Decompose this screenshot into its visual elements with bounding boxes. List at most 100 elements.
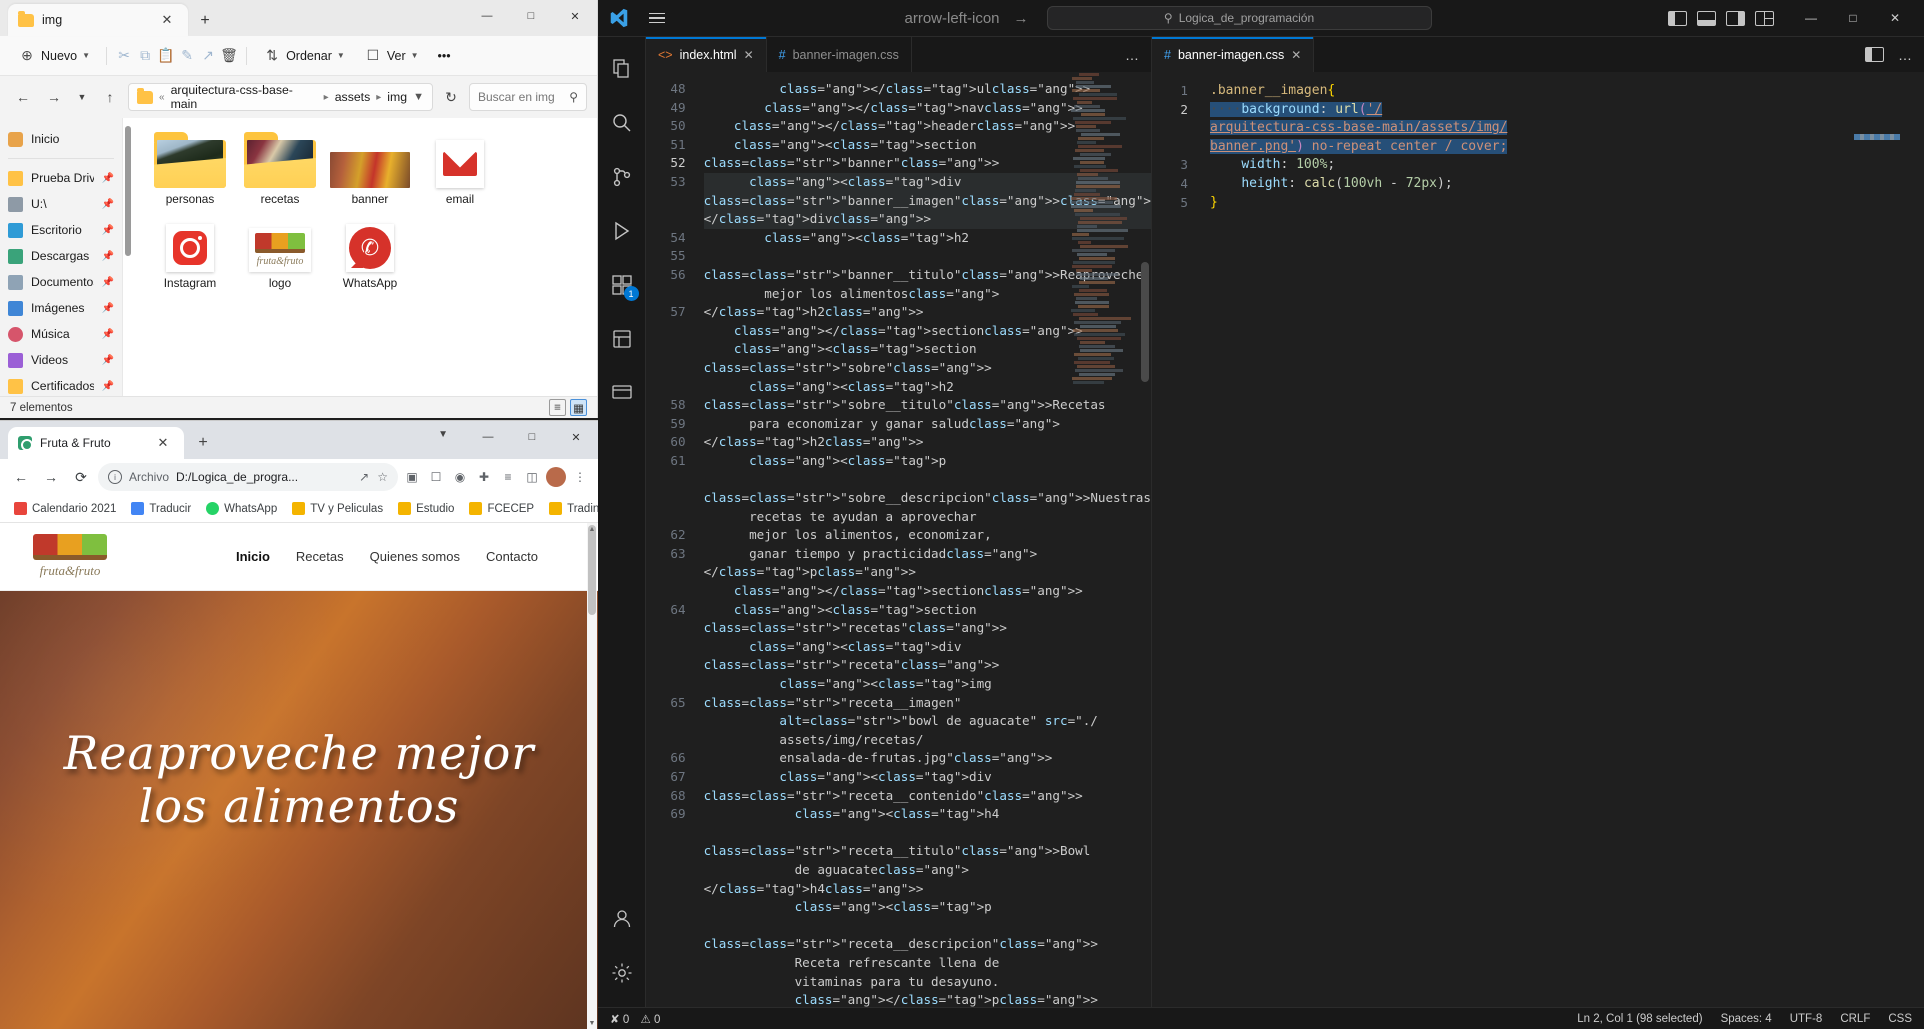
new-button[interactable]: ⊕ Nuevo ▼	[10, 42, 98, 70]
close-icon[interactable]: ✕	[1291, 48, 1301, 62]
minimize-button[interactable]: —	[466, 421, 510, 453]
encoding-setting[interactable]: UTF-8	[1790, 1013, 1823, 1025]
list-item[interactable]: recetas	[235, 132, 325, 206]
nav-item-inicio[interactable]: Inicio	[236, 549, 270, 564]
bookmark-tv-peliculas[interactable]: TV y Peliculas	[286, 499, 389, 518]
cut-icon[interactable]: ✂	[115, 47, 133, 65]
more-actions-icon[interactable]: …	[1898, 47, 1912, 63]
profile-avatar[interactable]	[546, 467, 566, 487]
maximize-button[interactable]: □	[1832, 0, 1874, 36]
forward-button[interactable]: →	[38, 464, 64, 490]
reload-button[interactable]: ⟳	[68, 464, 94, 490]
tab-index-html[interactable]: <> index.html ✕	[646, 37, 767, 72]
sidebar-item-descargas[interactable]: Descargas 📌	[0, 243, 122, 269]
list-view-icon[interactable]: ≡	[549, 399, 566, 416]
star-icon[interactable]: ☆	[377, 470, 388, 484]
split-editor-icon[interactable]	[1865, 47, 1884, 62]
refresh-icon[interactable]: ↻	[438, 84, 464, 110]
nav-item-quienes-somos[interactable]: Quienes somos	[370, 549, 460, 564]
command-search-input[interactable]: ⚲ Logica_de_programación	[1047, 6, 1432, 30]
new-tab-button[interactable]: +	[190, 430, 216, 456]
bookmark-fcecep[interactable]: FCECEP	[463, 499, 540, 518]
code-editor-html[interactable]: 48 49 50 51 52 53 54 55 56 57 58 59 60 61 62 63 64 65 66 67…	[646, 72, 1151, 1007]
breadcrumb[interactable]: « arquitectura-css-base-main ▸ assets ▸ …	[128, 83, 433, 111]
toggle-secondary-sidebar-icon[interactable]	[1726, 11, 1745, 26]
code-editor-css[interactable]: 12345 .banner__imagen{····background: ur…	[1152, 72, 1924, 1007]
close-icon[interactable]: ✕	[156, 9, 178, 31]
eol-setting[interactable]: CRLF	[1840, 1013, 1870, 1025]
pin-icon[interactable]: 📌	[102, 329, 114, 340]
sidebar-item-prueba-drive[interactable]: Prueba Drive 📌	[0, 165, 122, 191]
sidebar-item-videos[interactable]: Videos 📌	[0, 347, 122, 373]
explorer-icon[interactable]	[598, 45, 646, 93]
arrow-right-icon[interactable]: →	[1014, 10, 1029, 27]
language-mode[interactable]: CSS	[1888, 1013, 1912, 1025]
hamburger-menu-icon[interactable]	[646, 7, 668, 29]
extension-icon[interactable]: ▣	[402, 467, 422, 487]
explorer-tab[interactable]: img ✕	[8, 4, 188, 36]
arrow-left-icon[interactable]: arrow-left-icon	[904, 10, 999, 27]
scrollbar-thumb[interactable]	[588, 525, 596, 615]
toggle-panel-icon[interactable]	[1697, 11, 1716, 26]
view-button[interactable]: ☐ Ver ▼	[356, 42, 427, 70]
run-and-debug-icon[interactable]	[598, 207, 646, 255]
share-icon[interactable]: ↗	[199, 47, 217, 65]
address-input[interactable]: i Archivo D:/Logica_de_progra... ↗ ☆	[98, 463, 398, 491]
sidebar-item-escritorio[interactable]: Escritorio 📌	[0, 217, 122, 243]
close-icon[interactable]: ✕	[152, 432, 174, 454]
remote-explorer-icon[interactable]	[598, 369, 646, 417]
code-content-css[interactable]: .banner__imagen{····background: url('/ar…	[1200, 72, 1924, 212]
pin-icon[interactable]: 📌	[102, 355, 114, 366]
toggle-primary-sidebar-icon[interactable]	[1668, 11, 1687, 26]
sidebar-item-inicio[interactable]: Inicio	[0, 126, 122, 152]
sidebar-item-certificados[interactable]: Certificados , 📌	[0, 373, 122, 396]
breadcrumb-item-0[interactable]: arquitectura-css-base-main	[171, 83, 318, 111]
share-icon[interactable]: ↗	[359, 470, 369, 484]
screenshot-icon[interactable]: ☐	[426, 467, 446, 487]
minimize-button[interactable]: —	[1790, 0, 1832, 36]
back-button[interactable]: ←	[8, 464, 34, 490]
scroll-up-icon[interactable]: ▲	[587, 523, 597, 535]
close-icon[interactable]: ✕	[744, 48, 754, 62]
breadcrumb-overflow[interactable]: «	[159, 92, 165, 103]
source-control-icon[interactable]	[598, 153, 646, 201]
bookmark-whatsapp[interactable]: WhatsApp	[200, 499, 283, 518]
list-item[interactable]: personas	[145, 132, 235, 206]
indentation-setting[interactable]: Spaces: 4	[1721, 1013, 1772, 1025]
pin-icon[interactable]: 📌	[102, 251, 114, 262]
sidebar-item-documentos[interactable]: Documentos 📌	[0, 269, 122, 295]
grid-view-icon[interactable]: ▦	[570, 399, 587, 416]
sidebar-item-imagenes[interactable]: Imágenes 📌	[0, 295, 122, 321]
back-button[interactable]: ←	[10, 84, 36, 110]
list-item[interactable]: fruta&fruto logo	[235, 216, 325, 290]
pin-icon[interactable]: 📌	[102, 173, 114, 184]
breadcrumb-item-2[interactable]: img	[387, 90, 407, 104]
tab-banner-imagen-css-active[interactable]: # banner-imagen.css ✕	[1152, 37, 1314, 72]
minimap-left[interactable]	[1071, 72, 1129, 1007]
bookmark-estudio[interactable]: Estudio	[392, 499, 460, 518]
list-item[interactable]: banner	[325, 132, 415, 206]
testing-icon[interactable]	[598, 315, 646, 363]
maximize-button[interactable]: □	[509, 0, 553, 32]
copy-icon[interactable]: ⧉	[136, 47, 154, 65]
browser-tab[interactable]: Fruta & Fruto ✕	[8, 427, 184, 459]
sidebar-item-musica[interactable]: Música 📌	[0, 321, 122, 347]
new-tab-button[interactable]: +	[194, 10, 216, 32]
sidebar-icon[interactable]: ◫	[522, 467, 542, 487]
nav-item-recetas[interactable]: Recetas	[296, 549, 344, 564]
page-scrollbar[interactable]: ▲ ▼	[587, 523, 597, 1029]
puzzle-icon[interactable]: ✚	[474, 467, 494, 487]
up-button[interactable]: ↑	[97, 84, 123, 110]
file-list-scrollbar[interactable]	[125, 126, 131, 256]
bookmark-traducir[interactable]: Traducir	[125, 499, 197, 518]
nav-item-contacto[interactable]: Contacto	[486, 549, 538, 564]
bookmark-calendario[interactable]: Calendario 2021	[8, 499, 122, 518]
breadcrumb-item-1[interactable]: assets	[335, 90, 371, 104]
list-item[interactable]: email	[415, 132, 505, 206]
editor-scrollbar-left[interactable]	[1139, 72, 1151, 1007]
chevron-down-icon[interactable]: ▼	[413, 91, 424, 103]
settings-gear-icon[interactable]	[598, 949, 646, 997]
tab-banner-imagen-css[interactable]: # banner-imagen.css	[767, 37, 912, 72]
sidebar-item-u-drive[interactable]: U:\ 📌	[0, 191, 122, 217]
search-icon[interactable]	[598, 99, 646, 147]
